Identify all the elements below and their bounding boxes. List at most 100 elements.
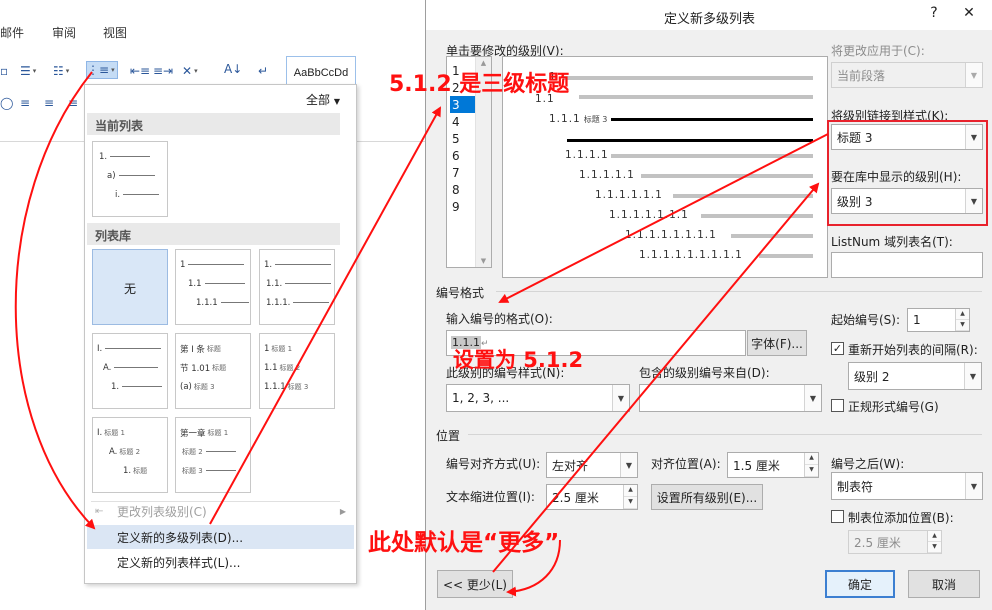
preview-number: 1.1.1.1.1.1.1.1.1 — [639, 249, 743, 261]
numbering-icon[interactable]: ☷ ▾ — [53, 62, 69, 80]
listnum-input[interactable] — [831, 252, 983, 278]
aligned-at-spinner[interactable]: 1.5 厘米 ▲ ▼ — [727, 452, 819, 478]
list-library-header: 列表库 — [87, 223, 340, 245]
less-button[interactable]: << 更少(L) — [437, 570, 513, 598]
num-style-select[interactable]: 1, 2, 3, ... ▼ — [446, 384, 630, 412]
thumb-sub: 标题 3 — [287, 382, 309, 391]
spinner-arrows-icon[interactable]: ▲ ▼ — [623, 485, 637, 509]
tab-add-checkbox[interactable] — [831, 510, 844, 523]
preview-bar — [731, 234, 813, 238]
chevron-down-icon: ▼ — [612, 385, 629, 411]
close-button[interactable]: ✕ — [948, 2, 990, 24]
preview-number: 1.1.1.1.1.1 — [595, 189, 663, 201]
spinner-arrows-icon[interactable]: ▲ ▼ — [927, 531, 941, 553]
decrease-indent-icon[interactable]: ⇤≡ — [130, 62, 150, 80]
chevron-down-icon: ▼ — [333, 97, 340, 106]
level-item[interactable]: 5 — [450, 130, 476, 147]
preview-number: 1.1.1.1.1.1.1.1 — [625, 229, 717, 241]
preview-bar — [673, 194, 813, 198]
tab-add-value: 2.5 厘米 — [854, 535, 901, 550]
apply-to-label: 将更改应用于(C): — [831, 44, 925, 58]
tab-mailings[interactable]: 邮件 — [0, 24, 24, 41]
tab-add-spinner[interactable]: 2.5 厘米 ▲ ▼ — [848, 530, 942, 554]
thumb-line: A. — [103, 362, 112, 373]
level-item[interactable]: 8 — [450, 181, 476, 198]
list-none-thumb[interactable]: 无 — [92, 249, 168, 325]
align-right-icon[interactable]: ≡ — [68, 94, 78, 112]
level-item[interactable]: 4 — [450, 113, 476, 130]
show-marks-icon[interactable]: ↵ — [258, 62, 268, 80]
preview-bar — [611, 154, 813, 158]
sort-icon[interactable]: A↓ — [224, 60, 242, 78]
set-all-levels-button[interactable]: 设置所有级别(E)... — [651, 484, 763, 510]
font-button[interactable]: 字体(F)... — [747, 330, 807, 356]
legal-checkbox[interactable] — [831, 399, 844, 412]
thumb-sub: 标题 — [133, 466, 148, 475]
preview-bar — [641, 174, 813, 178]
default-note: 此处默认是“更多” — [368, 530, 560, 556]
thumb-sub: 标题 — [212, 363, 227, 372]
submenu-arrow-icon: ▶ — [339, 506, 346, 516]
align-left-icon[interactable]: ≡ — [20, 94, 30, 112]
define-style-label: 定义新的列表样式(L)... — [117, 555, 241, 570]
list-thumb-heading-roman[interactable]: I. 标题 1 A. 标题 2 1. 标题 — [92, 417, 168, 493]
spinner-arrows-icon[interactable]: ▲ ▼ — [804, 453, 818, 477]
ribbon-edge-icon[interactable]: ▫ — [0, 62, 8, 80]
position-group: 位置 — [436, 429, 461, 443]
spinner-arrows-icon[interactable]: ▲ ▼ — [955, 309, 969, 331]
thumb-sub: 标题 2 — [279, 363, 301, 372]
preview-bar-active — [611, 118, 813, 121]
ribbon-edge2-icon[interactable]: ◯ — [0, 94, 13, 112]
thumb-line: 1 — [180, 259, 186, 270]
thumb-line: 1. — [99, 151, 108, 162]
start-at-value: 1 — [913, 313, 921, 327]
tab-review[interactable]: 审阅 — [52, 24, 76, 41]
restart-select[interactable]: 级别 2 ▼ — [848, 362, 982, 390]
format-note: 设置为 5.1.2 — [453, 348, 584, 372]
list-thumb-numeric[interactable]: 1 1.1 1.1.1 — [175, 249, 251, 325]
thumb-line: 1. — [111, 381, 120, 392]
dialog-title: 定义新多级列表 — [663, 12, 755, 27]
increase-indent-icon[interactable]: ≡⇥ — [153, 62, 173, 80]
alignment-label: 编号对齐方式(U): — [446, 457, 541, 471]
list-thumb-heading-numeric[interactable]: 1 标题 1 1.1 标题 2 1.1.1 标题 3 — [259, 333, 335, 409]
define-list-style-item[interactable]: 定义新的列表样式(L)... — [87, 550, 354, 574]
level-item-selected[interactable]: 3 — [450, 96, 476, 113]
menu-filter[interactable]: 全部 ▼ — [306, 91, 340, 108]
cancel-button[interactable]: 取消 — [908, 570, 980, 598]
thumb-line: i. — [115, 189, 121, 200]
change-list-level-item[interactable]: ⇤ 更改列表级别(C) ▶ — [87, 499, 354, 523]
align-center-icon[interactable]: ≡ — [44, 94, 54, 112]
include-level-select[interactable]: ▼ — [639, 384, 822, 412]
preview-number: 1.1.1.1 — [565, 149, 609, 161]
alignment-select[interactable]: 左对齐 ▼ — [546, 452, 638, 478]
thumb-line: 1.1 — [188, 278, 202, 289]
level-item[interactable]: 7 — [450, 164, 476, 181]
asian-layout-icon[interactable]: ✕ ▾ — [182, 62, 198, 80]
thumb-line: 1.1 — [264, 362, 278, 373]
list-thumb-chapter[interactable]: 第一章 标题 1 标题 2 标题 3 — [175, 417, 251, 493]
tab-view[interactable]: 视图 — [103, 24, 127, 41]
restart-checkbox[interactable]: ✓ — [831, 342, 844, 355]
start-at-spinner[interactable]: 1 ▲ ▼ — [907, 308, 970, 332]
thumb-sub: 标题 1 — [271, 344, 293, 353]
dialog-titlebar: 定义新多级列表 ? ✕ — [426, 0, 992, 30]
level-item[interactable]: 6 — [450, 147, 476, 164]
current-list-thumb[interactable]: 1. a) i. — [92, 141, 168, 217]
ok-button[interactable]: 确定 — [825, 570, 895, 598]
list-thumb-article[interactable]: 第 I 条标题 节 1.01 标题 (a) 标题 3 — [175, 333, 251, 409]
help-button[interactable]: ? — [922, 2, 946, 24]
apply-to-select[interactable]: 当前段落 ▼ — [831, 62, 983, 88]
list-thumb-numeric-dots[interactable]: 1. 1.1. 1.1.1. — [259, 249, 335, 325]
follow-select[interactable]: 制表符 ▼ — [831, 472, 983, 500]
heading-note: 5.1.2 是三级标题 — [389, 72, 570, 97]
list-thumb-roman[interactable]: I. A. 1. — [92, 333, 168, 409]
define-multilevel-list-item[interactable]: 定义新的多级列表(D)... — [87, 525, 354, 549]
indent-spinner[interactable]: 2.5 厘米 ▲ ▼ — [546, 484, 638, 510]
group-divider — [468, 434, 982, 435]
thumb-line: 第一章 — [180, 428, 206, 439]
level-item[interactable]: 9 — [450, 198, 476, 215]
multilevel-list-icon[interactable]: ⋮≡ ▾ — [86, 61, 118, 79]
preview-style: 标题 3 — [583, 114, 608, 124]
bullets-icon[interactable]: ☰ ▾ — [20, 62, 36, 80]
